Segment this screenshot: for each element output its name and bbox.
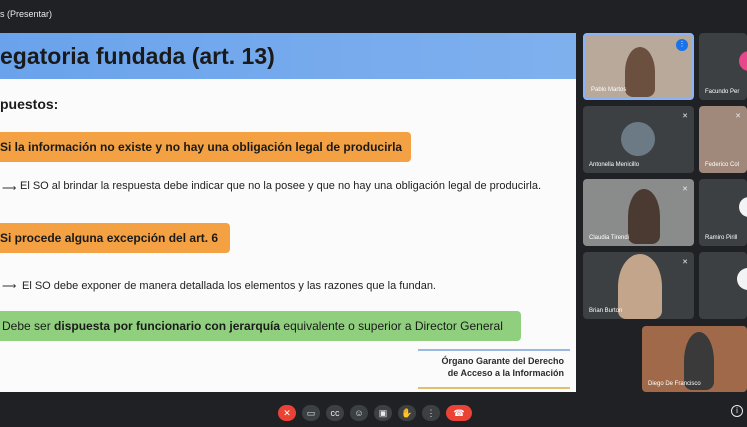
participant-tile[interactable]: ✕ Claudia Tirendi bbox=[583, 179, 694, 246]
participant-tile[interactable]: Ramiro Pirill bbox=[699, 179, 747, 246]
participant-name: Federico Col bbox=[705, 162, 740, 168]
slide-title: egatoria fundada (art. 13) bbox=[0, 43, 275, 69]
self-view-tile[interactable]: Diego De Francisco bbox=[642, 326, 747, 392]
organization-logo: Órgano Garante del Derecho de Acceso a l… bbox=[418, 349, 570, 389]
emoji-icon[interactable]: ☺ bbox=[350, 405, 368, 421]
slide-subtitle: puestos: bbox=[0, 96, 59, 112]
more-icon[interactable]: ⋮ bbox=[422, 405, 440, 421]
participant-video bbox=[628, 189, 660, 244]
logo-line-2: de Acceso a la Información bbox=[447, 368, 564, 378]
case-2-text: Si procede alguna excepción del art. 6 bbox=[0, 231, 219, 245]
presentation-slide: egatoria fundada (art. 13) puestos: Si l… bbox=[0, 33, 576, 392]
case-2-pill: Si procede alguna excepción del art. 6 bbox=[0, 223, 230, 253]
mic-off-icon: ✕ bbox=[682, 259, 688, 266]
mic-off-icon[interactable]: ✕ bbox=[278, 405, 296, 421]
logo-line-1: Órgano Garante del Derecho bbox=[441, 356, 564, 366]
mic-off-icon: ✕ bbox=[735, 113, 741, 120]
speaking-icon: ⋮ bbox=[676, 39, 688, 51]
mic-off-icon: ✕ bbox=[682, 113, 688, 120]
case-1-text: Si la información no existe y no hay una… bbox=[0, 140, 403, 154]
raise-hand-icon[interactable]: ✋ bbox=[398, 405, 416, 421]
note-prefix: Debe ser bbox=[2, 319, 55, 333]
participant-name: Ramiro Pirill bbox=[705, 235, 738, 241]
captions-icon[interactable]: cc bbox=[326, 405, 344, 421]
slide-header: egatoria fundada (art. 13) bbox=[0, 33, 576, 79]
participant-video bbox=[618, 254, 662, 319]
avatar bbox=[739, 197, 747, 217]
participant-tile[interactable] bbox=[699, 252, 747, 319]
bullet-2: El SO debe exponer de manera detallada l… bbox=[22, 280, 436, 292]
avatar bbox=[621, 122, 655, 156]
camera-icon[interactable]: ▭ bbox=[302, 405, 320, 421]
mic-off-icon: ✕ bbox=[682, 186, 688, 193]
bullet-1: El SO al brindar la respuesta debe indic… bbox=[20, 180, 542, 192]
participant-name: Claudia Tirendi bbox=[589, 235, 630, 241]
hangup-icon[interactable]: ☎ bbox=[446, 405, 472, 421]
arrow-icon: ⟶ bbox=[2, 281, 17, 292]
present-icon[interactable]: ▣ bbox=[374, 405, 392, 421]
participant-name: Facundo Per bbox=[705, 89, 740, 95]
participant-tile[interactable]: ✕ Federico Col bbox=[699, 106, 747, 173]
participant-tile[interactable]: ✕ Antonella Menicillo bbox=[583, 106, 694, 173]
participant-video bbox=[625, 47, 655, 97]
participant-tile[interactable]: Facundo Per bbox=[699, 33, 747, 100]
participant-tile[interactable]: ⋮ Pablo Martos bbox=[583, 33, 694, 100]
avatar bbox=[737, 268, 747, 290]
case-1-pill: Si la información no existe y no hay una… bbox=[0, 132, 411, 162]
avatar bbox=[739, 51, 747, 71]
info-icon[interactable]: i bbox=[731, 405, 743, 417]
participant-name: Diego De Francisco bbox=[648, 381, 701, 387]
participant-name: Brian Burton bbox=[589, 308, 623, 314]
window-title: s (Presentar) bbox=[0, 9, 53, 19]
participant-tile[interactable]: ✕ Brian Burton bbox=[583, 252, 694, 319]
top-bar: s (Presentar) bbox=[0, 0, 747, 28]
note-suffix: equivalente o superior a Director Genera… bbox=[280, 319, 503, 333]
participant-name: Antonella Menicillo bbox=[589, 162, 640, 168]
participant-name: Pablo Martos bbox=[591, 87, 627, 93]
note-pill: Debe ser dispuesta por funcionario con j… bbox=[0, 311, 521, 341]
arrow-icon: ⟶ bbox=[2, 183, 17, 194]
note-bold: dispuesta por funcionario con jerarquía bbox=[54, 319, 281, 333]
